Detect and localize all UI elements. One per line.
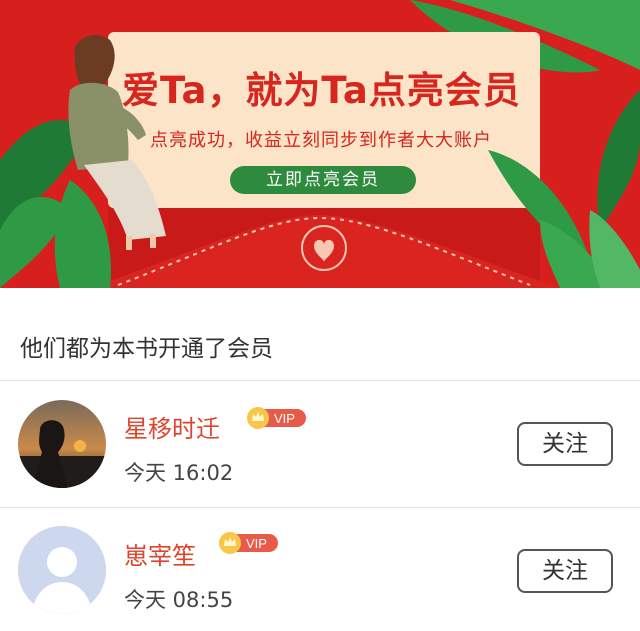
vip-badge-label: VIP — [274, 411, 295, 426]
member-time: 今天 08:55 — [124, 588, 234, 612]
member-name[interactable]: 崽宰笙 — [124, 536, 196, 571]
banner-headline: 爱Ta，就为Ta点亮会员 — [122, 69, 521, 112]
member-name[interactable]: 星移时迁 — [124, 409, 220, 444]
vip-badge: VIP — [219, 532, 278, 554]
follow-button[interactable]: 关注 — [517, 549, 613, 593]
sunset-photo-icon — [18, 400, 106, 488]
member-row: 星移时迁 VIP 今天 16:02 关注 — [0, 381, 640, 507]
member-time: 今天 16:02 — [124, 461, 234, 485]
follow-button[interactable]: 关注 — [517, 422, 613, 466]
vip-badge: VIP — [247, 407, 306, 429]
activate-membership-button[interactable]: 立即点亮会员 — [230, 166, 416, 194]
section-title: 他们都为本书开通了会员 — [20, 336, 273, 362]
default-user-icon — [18, 526, 106, 614]
member-row: 崽宰笙 VIP 今天 08:55 关注 — [0, 508, 640, 631]
membership-banner[interactable]: 爱Ta，就为Ta点亮会员 点亮成功，收益立刻同步到作者大大账户 立即点亮会员 — [0, 0, 640, 288]
avatar[interactable] — [18, 526, 106, 614]
banner-subline: 点亮成功，收益立刻同步到作者大大账户 — [150, 130, 492, 151]
vip-badge-label: VIP — [246, 536, 267, 551]
avatar[interactable] — [18, 400, 106, 488]
